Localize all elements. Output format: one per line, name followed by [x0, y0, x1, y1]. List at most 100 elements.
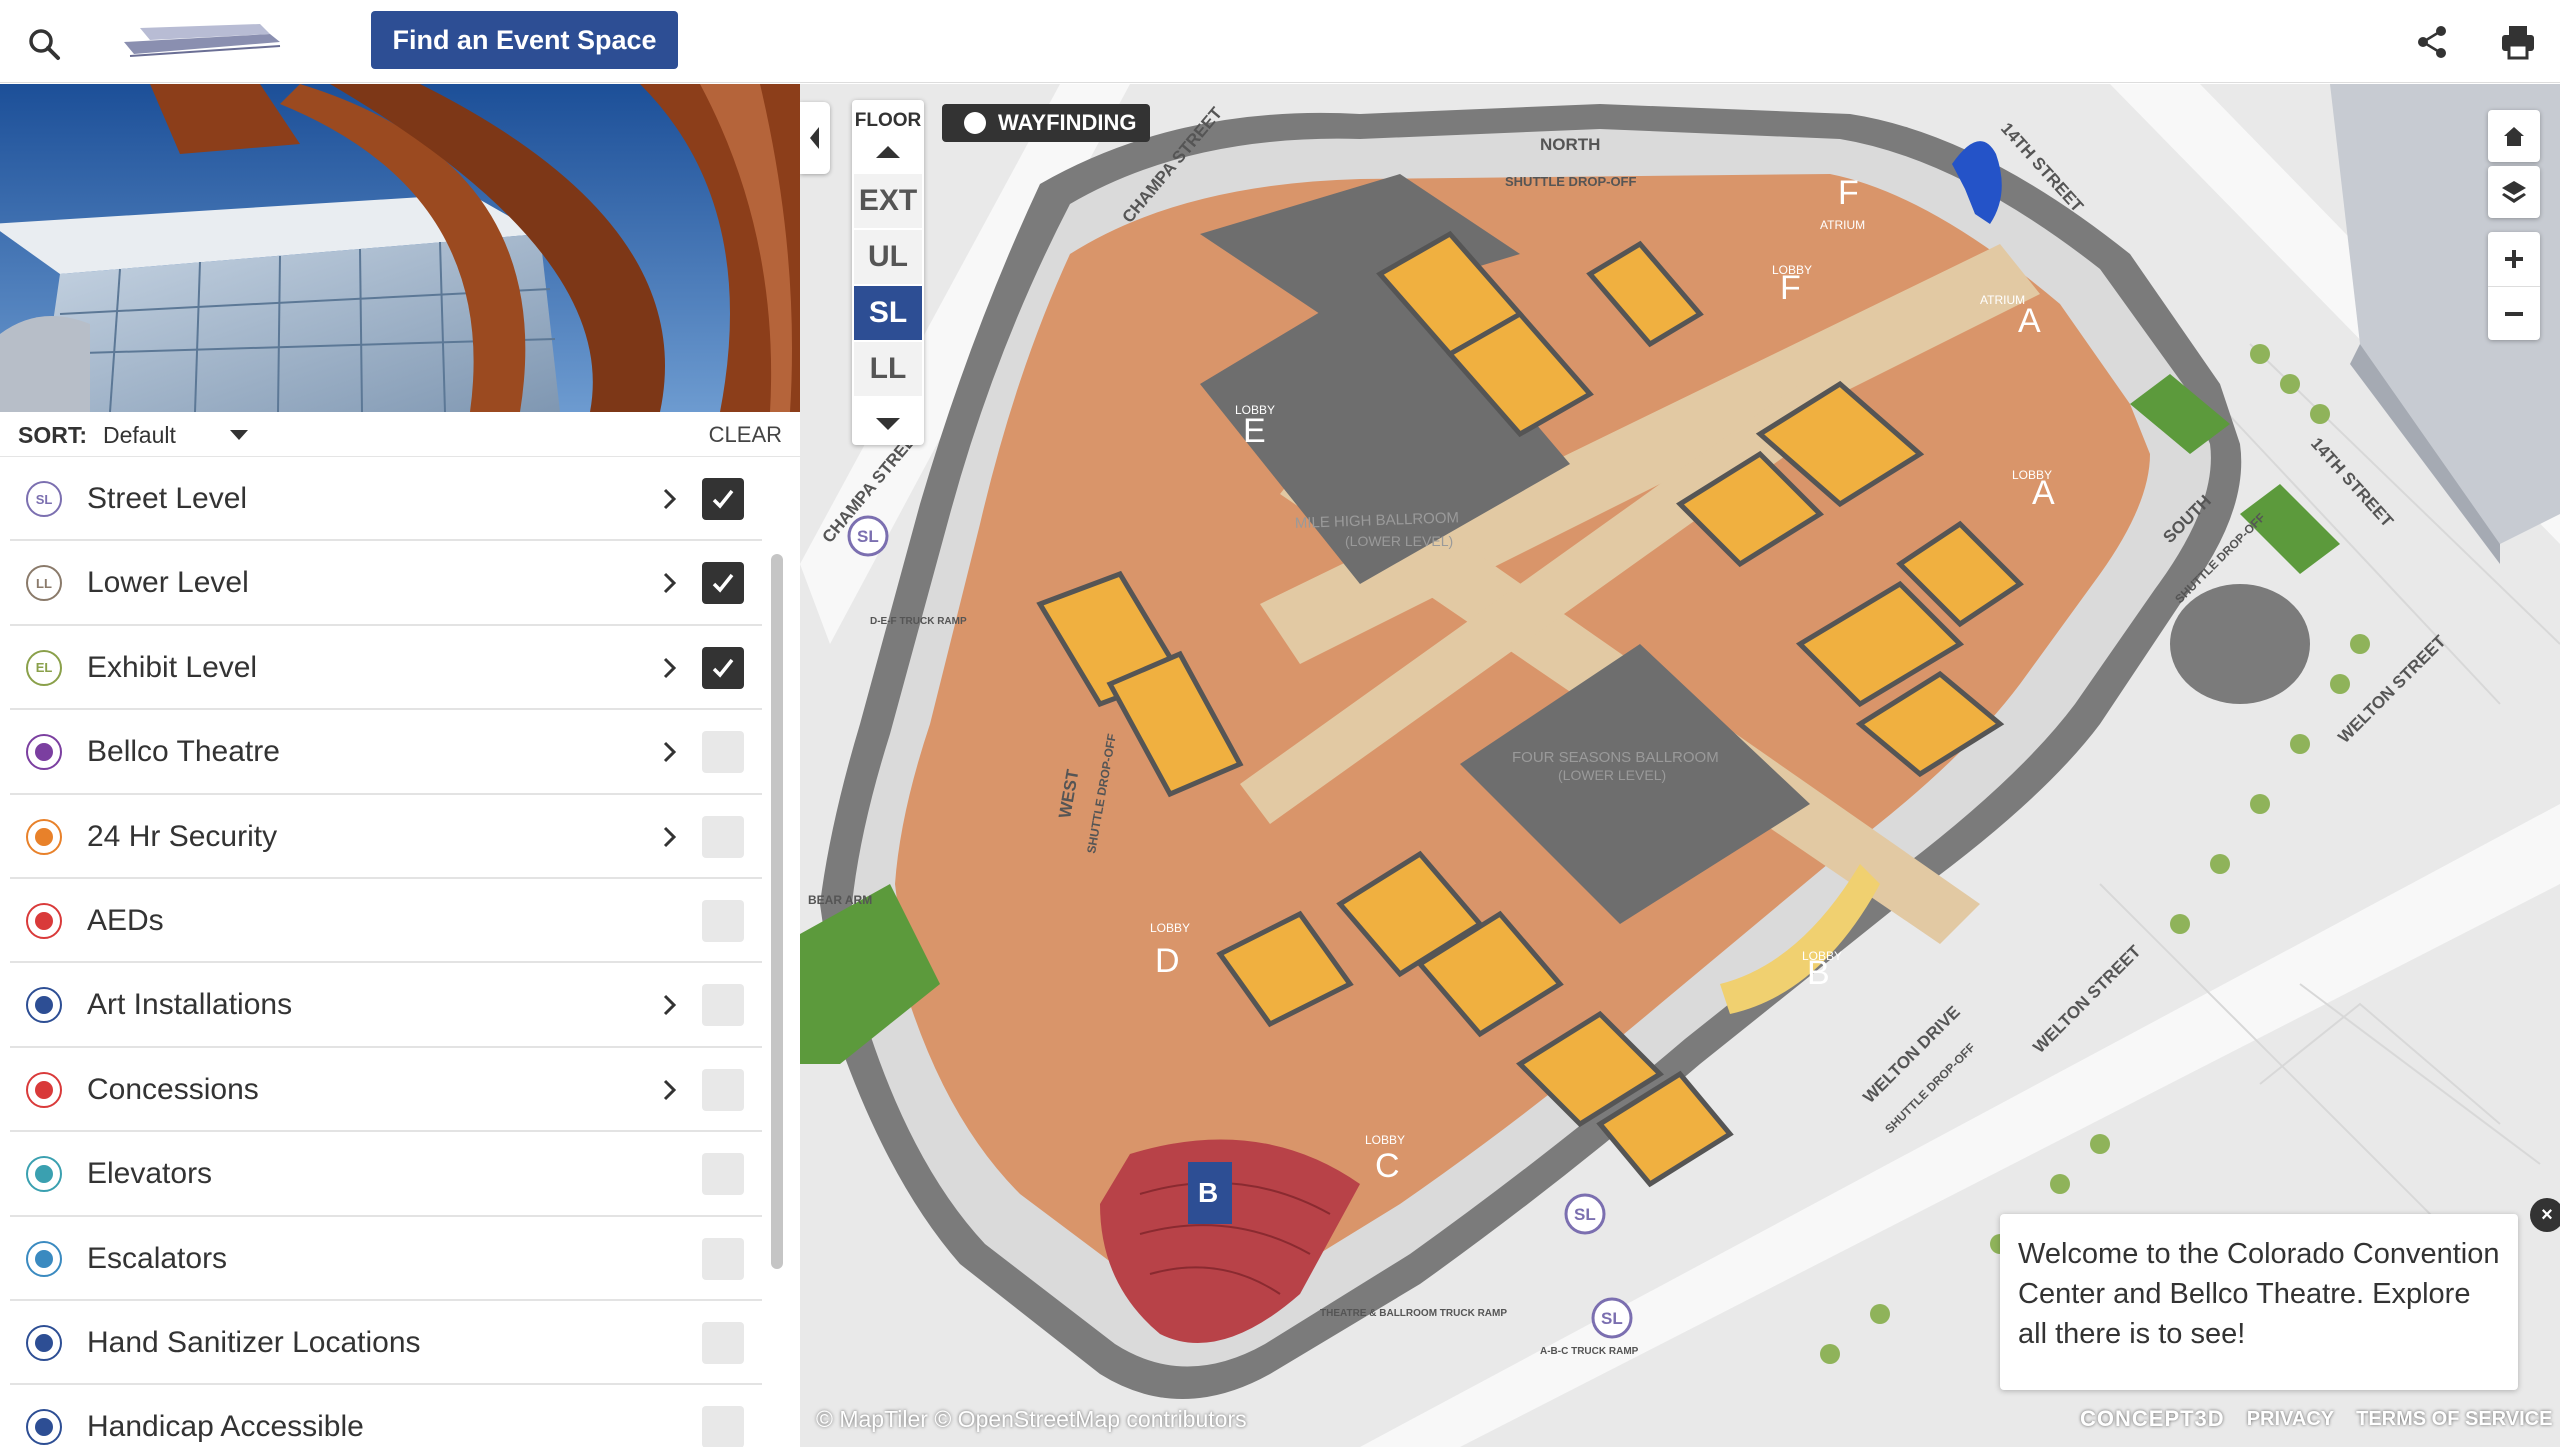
chevron-right-icon[interactable]: [662, 993, 678, 1017]
chevron-right-icon[interactable]: [662, 825, 678, 849]
category-row[interactable]: AEDs: [10, 879, 762, 964]
floor-down-arrow-icon[interactable]: [876, 418, 900, 430]
floor-up-arrow-icon[interactable]: [876, 146, 900, 158]
chevron-right-icon[interactable]: [662, 571, 678, 595]
floor-selector: FLOOR EXT UL SL LL: [852, 100, 924, 445]
category-label: Exhibit Level: [87, 650, 258, 684]
chevron-right-icon[interactable]: [662, 1078, 678, 1102]
category-checkbox[interactable]: [702, 478, 744, 520]
welcome-popup: Welcome to the Colorado Convention Cente…: [2000, 1214, 2518, 1390]
north-dropoff-sub-label: SHUTTLE DROP-OFF: [1505, 174, 1636, 189]
layers-button[interactable]: [2488, 166, 2540, 218]
category-label: Handicap Accessible: [87, 1410, 364, 1444]
category-row[interactable]: Hand Sanitizer Locations: [10, 1301, 762, 1386]
category-checkbox[interactable]: [702, 1321, 744, 1364]
abc-truck-ramp-label: A-B-C TRUCK RAMP: [1540, 1346, 1639, 1357]
floor-button-sl[interactable]: SL: [854, 286, 922, 340]
find-event-space-button[interactable]: Find an Event Space: [371, 11, 678, 69]
search-icon[interactable]: [26, 26, 62, 62]
category-checkbox[interactable]: [702, 1068, 744, 1111]
atrium-f-letter: F: [1838, 174, 1859, 212]
category-row[interactable]: Elevators: [10, 1132, 762, 1217]
category-label: Lower Level: [87, 566, 249, 600]
category-row[interactable]: EL Exhibit Level: [10, 626, 762, 711]
theatre-truck-ramp-label: THEATRE & BALLROOM TRUCK RAMP: [1320, 1308, 1507, 1319]
category-row[interactable]: Escalators: [10, 1217, 762, 1301]
chevron-right-icon[interactable]: [662, 487, 678, 511]
lobby-f-label: LOBBY: [1772, 263, 1812, 277]
def-truck-ramp-label: D-E-F TRUCK RAMP: [870, 616, 967, 627]
floor-button-ul[interactable]: UL: [854, 230, 922, 284]
category-checkbox[interactable]: [702, 731, 744, 774]
plus-icon: [2505, 250, 2523, 268]
category-label: Escalators: [87, 1241, 228, 1275]
sort-dropdown[interactable]: Default: [103, 422, 176, 449]
floor-button-ext[interactable]: EXT: [854, 174, 922, 228]
category-row[interactable]: LL Lower Level: [10, 541, 762, 626]
category-checkbox[interactable]: [702, 1406, 744, 1447]
sl-marker-1-text: SL: [857, 527, 879, 546]
chevron-right-icon[interactable]: [662, 740, 678, 764]
category-label: Art Installations: [87, 988, 293, 1022]
category-checkbox[interactable]: [702, 646, 744, 689]
category-label: Elevators: [87, 1157, 213, 1191]
category-checkbox[interactable]: [702, 1153, 744, 1196]
category-row[interactable]: 24 Hr Security: [10, 795, 762, 879]
category-checkbox[interactable]: [702, 984, 744, 1027]
exhibit-level-icon: EL: [26, 649, 62, 686]
drink-icon: [26, 1071, 62, 1108]
print-icon[interactable]: [2498, 22, 2538, 62]
lobby-e-letter: E: [1243, 412, 1266, 450]
category-checkbox[interactable]: [702, 562, 744, 605]
zoom-out-button[interactable]: [2488, 286, 2540, 340]
sl-marker-2-text: SL: [1574, 1205, 1596, 1224]
street-level-icon: SL: [26, 481, 62, 517]
lobby-b-label: LOBBY: [1802, 949, 1842, 963]
wayfinding-label: WAYFINDING: [998, 110, 1137, 135]
floor-button-ll[interactable]: LL: [854, 342, 922, 396]
mile-high-ballroom-sub-label: (LOWER LEVEL): [1345, 533, 1453, 549]
category-row[interactable]: Bellco Theatre: [10, 710, 762, 795]
category-label: Hand Sanitizer Locations: [87, 1325, 421, 1359]
category-row[interactable]: Art Installations: [10, 963, 762, 1048]
colorado-convention-center-logo[interactable]: [120, 14, 285, 64]
category-checkbox[interactable]: [702, 899, 744, 942]
attribution-link[interactable]: © MapTiler © OpenStreetMap contributors: [816, 1406, 1247, 1432]
top-bar: Find an Event Space: [0, 0, 2560, 83]
privacy-link[interactable]: PRIVACY: [2247, 1408, 2334, 1431]
category-checkbox[interactable]: [702, 1237, 744, 1280]
terms-of-service-link[interactable]: TERMS OF SERVICE: [2356, 1408, 2552, 1431]
close-icon[interactable]: ×: [2530, 1198, 2560, 1232]
lobby-a-letter: A: [2018, 302, 2041, 340]
collapse-sidebar-button[interactable]: [800, 102, 830, 174]
atrium-a-label: ATRIUM: [1980, 293, 2025, 307]
category-row[interactable]: Handicap Accessible: [10, 1385, 762, 1447]
escalator-icon: [26, 1240, 62, 1277]
checkmark-icon: [712, 489, 734, 509]
wayfinding-button[interactable]: WAYFINDING: [942, 104, 1150, 142]
sidebar-panel: SORT: Default CLEAR SL Street Level LL Lowe…: [0, 84, 800, 1447]
category-row[interactable]: SL Street Level: [10, 457, 762, 542]
chevron-down-icon[interactable]: [230, 430, 248, 440]
concept3d-logo[interactable]: CONCEPT3D: [2080, 1406, 2225, 1432]
sort-bar: SORT: Default CLEAR: [0, 412, 800, 457]
clear-button[interactable]: CLEAR: [709, 422, 782, 448]
category-label: AEDs: [87, 903, 164, 937]
sidebar-scrollbar[interactable]: [771, 554, 783, 1269]
sort-label: SORT:: [18, 422, 87, 448]
category-label: Bellco Theatre: [87, 735, 280, 769]
chevron-right-icon[interactable]: [662, 656, 678, 680]
share-icon[interactable]: [2412, 22, 2452, 62]
sl-marker-3-text: SL: [1601, 1309, 1623, 1328]
map-view[interactable]: CHAMPA STREET CHAMPA STREET 14TH STREET …: [800, 84, 2560, 1447]
category-row[interactable]: Concessions: [10, 1048, 762, 1133]
theatre-masks-icon: [26, 734, 62, 771]
category-checkbox[interactable]: [702, 815, 744, 858]
heart-icon: [26, 902, 62, 939]
minus-icon: [2505, 311, 2523, 316]
checkmark-icon: [712, 658, 734, 678]
lobby-c-label: LOBBY: [1365, 1133, 1405, 1147]
zoom-in-button[interactable]: [2488, 232, 2540, 286]
lower-level-icon: LL: [26, 565, 62, 602]
home-button[interactable]: [2488, 110, 2540, 162]
